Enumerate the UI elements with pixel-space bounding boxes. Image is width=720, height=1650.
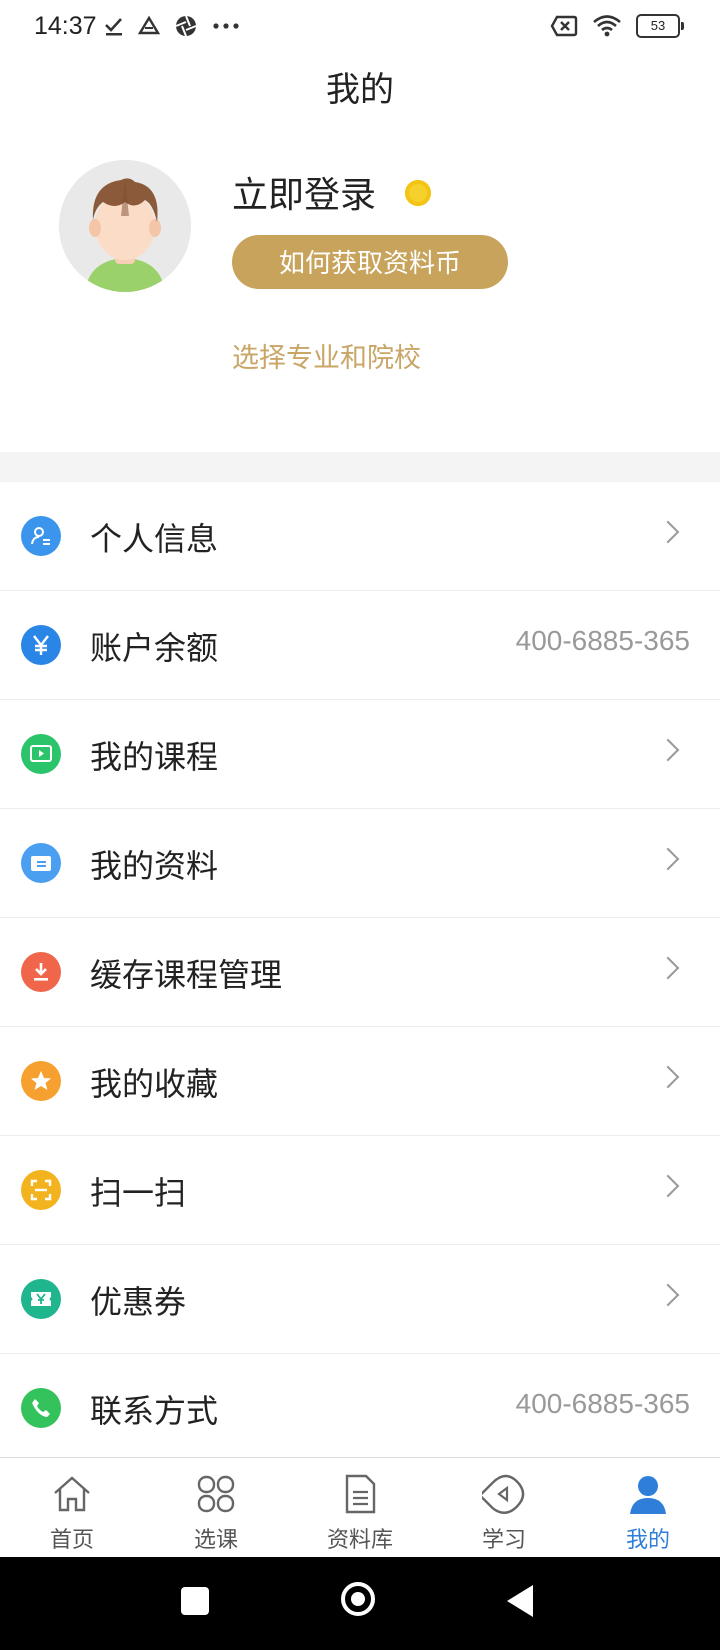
account-balance-value: 400-6885-365 (515, 625, 690, 656)
menu-item-label: 缓存课程管理 (90, 956, 283, 994)
how-to-get-coins-button[interactable]: 如何获取资料币 (232, 235, 508, 289)
home-icon (54, 1476, 90, 1512)
menu-list: 个人信息 账户余额 400-6885-365 我的课程 我的资料 缓存课程管理 (0, 482, 720, 1462)
menu-item-my-courses[interactable]: 我的课程 (0, 700, 720, 809)
chevron-right-icon (656, 1283, 680, 1307)
tab-label: 我的 (625, 1528, 670, 1553)
yuan-icon (21, 625, 61, 665)
phone-icon (21, 1388, 61, 1428)
status-icons-left (104, 14, 240, 38)
bottom-tab-bar: 首页 选课 资料库 学习 我的 (0, 1457, 720, 1558)
avatar[interactable] (59, 160, 191, 292)
chevron-right-icon (656, 738, 680, 762)
tab-label: 首页 (49, 1528, 94, 1553)
document-icon (345, 1474, 376, 1514)
avatar-illustration (59, 160, 191, 292)
star-icon (21, 1061, 61, 1101)
battery-icon: 53 (636, 14, 684, 38)
coupon-icon (21, 1279, 61, 1319)
scan-icon (21, 1170, 61, 1210)
tab-label: 资料库 (326, 1528, 393, 1553)
back-button[interactable] (507, 1585, 533, 1617)
menu-item-label: 优惠券 (90, 1283, 187, 1321)
chevron-right-icon (656, 956, 680, 980)
chevron-right-icon (656, 1174, 680, 1198)
menu-item-label: 我的课程 (90, 738, 219, 776)
chevron-right-icon (656, 520, 680, 544)
status-bar: 14:37 53 (0, 0, 720, 56)
recents-button[interactable] (181, 1587, 209, 1615)
menu-item-contact[interactable]: 联系方式 400-6885-365 (0, 1354, 720, 1462)
tab-label: 学习 (481, 1528, 526, 1553)
coin-icon (405, 180, 431, 206)
tab-mine[interactable]: 我的 (576, 1458, 720, 1558)
menu-item-label: 账户余额 (90, 629, 219, 667)
system-nav-bar (0, 1557, 720, 1650)
video-play-icon (21, 734, 61, 774)
chevron-right-icon (656, 847, 680, 871)
menu-item-profile-info[interactable]: 个人信息 (0, 482, 720, 591)
menu-item-label: 我的收藏 (90, 1065, 219, 1103)
menu-item-favorites[interactable]: 我的收藏 (0, 1027, 720, 1136)
user-info-icon (21, 516, 61, 556)
menu-item-label: 我的资料 (90, 847, 219, 885)
status-time: 14:37 (34, 12, 97, 40)
menu-item-label: 联系方式 (90, 1392, 219, 1430)
menu-item-account-balance[interactable]: 账户余额 400-6885-365 (0, 591, 720, 700)
download-done-icon (105, 18, 122, 36)
menu-item-label: 个人信息 (90, 520, 219, 558)
home-button[interactable] (341, 1582, 375, 1616)
chevron-right-icon (656, 1065, 680, 1089)
download-icon (21, 952, 61, 992)
folder-doc-icon (21, 843, 61, 883)
aperture-icon (175, 15, 197, 37)
tab-study[interactable]: 学习 (432, 1458, 576, 1558)
page-title: 我的 (326, 70, 394, 110)
tab-home[interactable]: 首页 (0, 1458, 144, 1558)
section-divider (0, 452, 720, 482)
tab-select-course[interactable]: 选课 (144, 1458, 288, 1558)
no-sim-icon (550, 15, 578, 37)
drive-icon (138, 15, 160, 35)
contact-phone-value: 400-6885-365 (515, 1388, 690, 1419)
person-icon (630, 1476, 666, 1514)
menu-item-cache-management[interactable]: 缓存课程管理 (0, 918, 720, 1027)
play-circle-icon (478, 1474, 525, 1514)
profile-section: 立即登录 如何获取资料币 选择专业和院校 (0, 140, 720, 450)
status-icons-right: 53 (550, 14, 684, 38)
select-major-link[interactable]: 选择专业和院校 (232, 336, 421, 375)
menu-item-coupons[interactable]: 优惠券 (0, 1245, 720, 1354)
grid-icon (197, 1475, 235, 1513)
tab-label: 选课 (193, 1528, 238, 1553)
menu-item-my-materials[interactable]: 我的资料 (0, 809, 720, 918)
login-link[interactable]: 立即登录 (232, 166, 376, 218)
tab-library[interactable]: 资料库 (288, 1458, 432, 1558)
more-dots-icon (213, 23, 239, 29)
wifi-icon (593, 15, 621, 37)
menu-item-label: 扫一扫 (90, 1174, 187, 1212)
menu-item-scan[interactable]: 扫一扫 (0, 1136, 720, 1245)
